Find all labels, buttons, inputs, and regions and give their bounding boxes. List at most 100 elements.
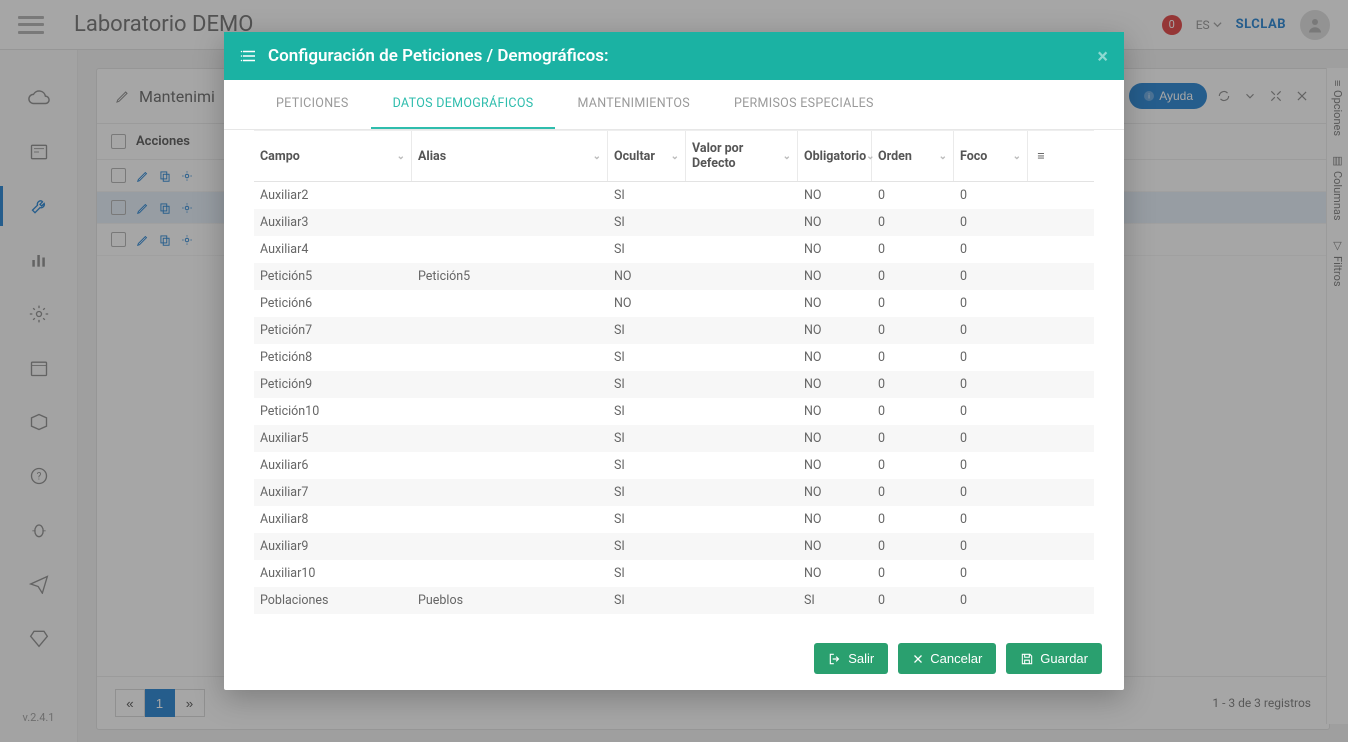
cell-vpd [686,290,798,317]
cell-campo: Petición9 [254,371,412,398]
cell-oblig: NO [798,371,872,398]
table-row[interactable]: Petición6NONO00 [254,290,1094,317]
col-campo[interactable]: Campo⌄ [254,131,412,181]
table-row[interactable]: PoblacionesPueblosSISI00 [254,587,1094,614]
cell-ocultar: NO [608,290,686,317]
table-row[interactable]: Petición10SINO00 [254,398,1094,425]
col-orden[interactable]: Orden⌄ [872,131,954,181]
table-row[interactable]: Auxiliar7SINO00 [254,479,1094,506]
cell-ocultar: SI [608,209,686,236]
cell-campo: Petición10 [254,398,412,425]
cell-menu [1028,506,1054,533]
config-modal: Configuración de Peticiones / Demográfic… [224,32,1124,690]
cell-campo: Poblaciones [254,587,412,614]
cell-foco: 0 [954,506,1028,533]
cell-menu [1028,452,1054,479]
cell-alias [412,479,608,506]
cell-alias [412,182,608,209]
cell-vpd [686,236,798,263]
table-row[interactable]: Petición5Petición5NONO00 [254,263,1094,290]
cell-orden: 0 [872,452,954,479]
cell-foco: 0 [954,533,1028,560]
cell-campo: Petición7 [254,317,412,344]
modal-close-button[interactable]: × [1097,44,1108,68]
table-row[interactable]: Petición9SINO00 [254,371,1094,398]
cell-campo: Petición6 [254,290,412,317]
cell-alias [412,290,608,317]
cell-ocultar: SI [608,452,686,479]
tab-demograficos[interactable]: DATOS DEMOGRÁFICOS [371,80,556,129]
cell-oblig: NO [798,533,872,560]
cell-ocultar: SI [608,506,686,533]
cell-ocultar: SI [608,236,686,263]
cell-orden: 0 [872,479,954,506]
table-row[interactable]: Auxiliar2SINO00 [254,182,1094,209]
table-row[interactable]: Auxiliar3SINO00 [254,209,1094,236]
tab-peticiones[interactable]: PETICIONES [254,80,371,129]
cell-vpd [686,371,798,398]
cell-menu [1028,182,1054,209]
cell-ocultar: SI [608,371,686,398]
tab-permisos[interactable]: PERMISOS ESPECIALES [712,80,896,129]
cell-campo: Auxiliar9 [254,533,412,560]
cell-foco: 0 [954,317,1028,344]
exit-icon [828,652,842,666]
table-row[interactable]: Auxiliar8SINO00 [254,506,1094,533]
cell-campo: Auxiliar6 [254,452,412,479]
table-row[interactable]: Auxiliar10SINO00 [254,560,1094,587]
table-row[interactable]: Petición7SINO00 [254,317,1094,344]
cell-oblig: NO [798,290,872,317]
cell-campo: Auxiliar4 [254,236,412,263]
cell-ocultar: SI [608,533,686,560]
cell-foco: 0 [954,263,1028,290]
cell-menu [1028,587,1054,614]
cell-alias [412,452,608,479]
col-oblig[interactable]: Obligatorio⌄ [798,131,872,181]
cell-menu [1028,344,1054,371]
cell-alias: Petición5 [412,263,608,290]
save-button[interactable]: Guardar [1006,643,1102,674]
col-ocultar[interactable]: Ocultar⌄ [608,131,686,181]
table-row[interactable]: Auxiliar4SINO00 [254,236,1094,263]
cell-menu [1028,317,1054,344]
cell-foco: 0 [954,371,1028,398]
cell-campo: Petición5 [254,263,412,290]
cell-menu [1028,236,1054,263]
cell-oblig: SI [798,587,872,614]
col-foco[interactable]: Foco⌄ [954,131,1028,181]
cell-campo: Auxiliar3 [254,209,412,236]
cell-menu [1028,479,1054,506]
cell-menu [1028,263,1054,290]
col-vpd[interactable]: Valor por Defecto⌄ [686,131,798,181]
cell-alias [412,236,608,263]
cell-foco: 0 [954,587,1028,614]
save-icon [1020,652,1034,666]
cell-vpd [686,398,798,425]
col-menu[interactable]: ≡ [1028,131,1054,181]
exit-button[interactable]: Salir [814,643,888,674]
cell-foco: 0 [954,344,1028,371]
cell-orden: 0 [872,317,954,344]
cell-oblig: NO [798,479,872,506]
cell-menu [1028,533,1054,560]
tab-mantenimientos[interactable]: MANTENIMIENTOS [555,80,711,129]
cell-foco: 0 [954,479,1028,506]
cell-alias [412,371,608,398]
table-row[interactable]: Auxiliar9SINO00 [254,533,1094,560]
cell-oblig: NO [798,506,872,533]
table-row[interactable]: Auxiliar6SINO00 [254,452,1094,479]
cell-foco: 0 [954,182,1028,209]
table-row[interactable]: Petición8SINO00 [254,344,1094,371]
modal-overlay: Configuración de Peticiones / Demográfic… [0,0,1348,742]
cell-orden: 0 [872,182,954,209]
cell-vpd [686,587,798,614]
cell-vpd [686,506,798,533]
cancel-button[interactable]: Cancelar [898,643,996,674]
cell-campo: Auxiliar2 [254,182,412,209]
table-row[interactable]: Auxiliar5SINO00 [254,425,1094,452]
cell-oblig: NO [798,236,872,263]
col-alias[interactable]: Alias⌄ [412,131,608,181]
cell-alias [412,317,608,344]
modal-footer: Salir Cancelar Guardar [224,626,1124,690]
table-header: Campo⌄ Alias⌄ Ocultar⌄ Valor por Defecto… [254,130,1094,182]
